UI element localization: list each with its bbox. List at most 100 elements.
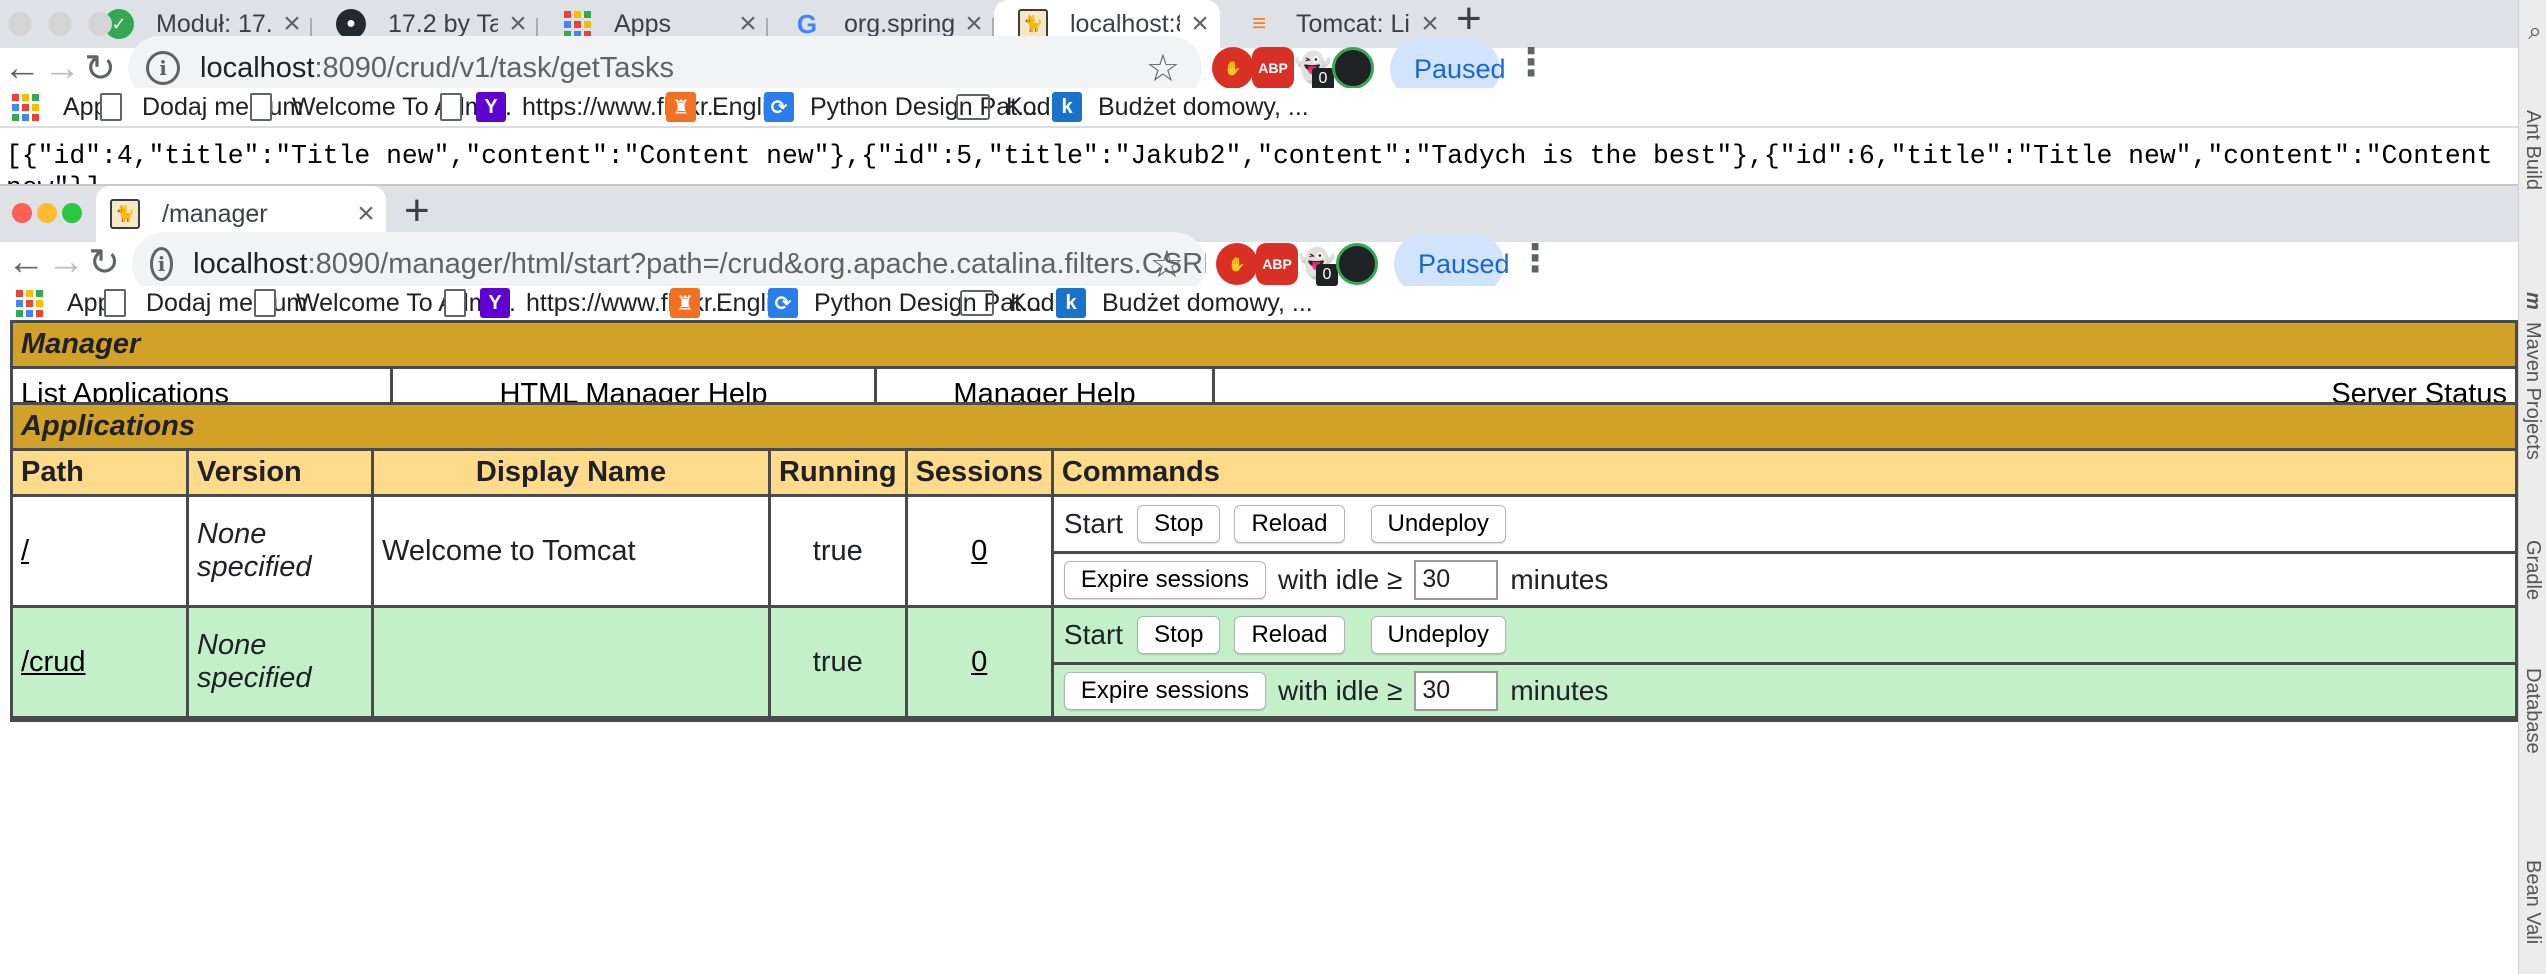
yahoo-icon: Y bbox=[480, 288, 510, 318]
maven-m-icon: m bbox=[2522, 292, 2544, 310]
apps-grid-icon bbox=[16, 289, 43, 317]
stop-hand-extension-icon[interactable]: ✋ bbox=[1212, 47, 1254, 89]
folder-icon bbox=[960, 290, 994, 316]
app-running: true bbox=[771, 608, 908, 719]
app-sessions-link[interactable]: 0 bbox=[971, 535, 987, 567]
minutes-label: minutes bbox=[1510, 674, 1609, 706]
close-window-button[interactable] bbox=[8, 12, 32, 36]
bookmark-label: Budżet domowy, ... bbox=[1098, 92, 1309, 121]
adblock-plus-extension-icon[interactable]: ABP bbox=[1252, 47, 1294, 89]
python-icon: ⟳ bbox=[768, 288, 798, 318]
app-sessions-cell: 0 bbox=[907, 497, 1054, 608]
bookmark-star-icon[interactable]: ☆ bbox=[1146, 46, 1180, 91]
minimize-window-button[interactable] bbox=[37, 203, 57, 223]
tab-title: 17.2 by TaQba · Pull R bbox=[388, 9, 498, 38]
traffic-lights bbox=[8, 12, 112, 36]
database-tab[interactable]: Database bbox=[2521, 668, 2544, 754]
table-row: / None specified Welcome to Tomcat true … bbox=[13, 497, 2515, 608]
info-icon[interactable]: i bbox=[146, 51, 180, 85]
profile-label: Paused bbox=[1418, 248, 1510, 279]
maven-projects-tab[interactable]: Maven Projects bbox=[2521, 322, 2544, 460]
tab-title: org.springframework bbox=[844, 9, 954, 38]
reload-button[interactable]: Reload bbox=[1234, 616, 1345, 654]
with-idle-label: with idle ≥ bbox=[1278, 674, 1403, 706]
reload-button[interactable]: ↻ bbox=[74, 232, 134, 292]
camera-extension-icon[interactable] bbox=[1332, 47, 1374, 89]
bookmark-budzet[interactable]: k Budżet domowy, ... bbox=[1056, 286, 1313, 320]
idle-minutes-input[interactable]: 30 bbox=[1414, 670, 1499, 711]
url-path: :8090/manager/html/start?path=/crud&org.… bbox=[307, 247, 1206, 280]
tab-title: /manager bbox=[162, 199, 268, 228]
idle-minutes-input[interactable]: 30 bbox=[1414, 559, 1499, 600]
bookmark-star-icon[interactable]: ☆ bbox=[1150, 242, 1184, 287]
zoom-window-button[interactable] bbox=[88, 12, 112, 36]
bookmark-budzet[interactable]: k Budżet domowy, ... bbox=[1052, 88, 1309, 126]
app-path-link[interactable]: / bbox=[21, 535, 29, 567]
table-row: /crud None specified true 0 Start Stop R… bbox=[13, 608, 2515, 719]
k-icon: k bbox=[1056, 288, 1086, 318]
search-icon[interactable]: ⌕ bbox=[2521, 20, 2546, 44]
undeploy-button[interactable]: Undeploy bbox=[1370, 505, 1506, 543]
info-icon[interactable]: i bbox=[150, 247, 174, 281]
expire-sessions-button[interactable]: Expire sessions bbox=[1063, 560, 1266, 599]
tab-title: Apps bbox=[614, 9, 671, 38]
folder-icon bbox=[956, 94, 990, 120]
tomcat-icon: 🐈 bbox=[1018, 9, 1048, 39]
tab-title: localhost:8090/crud/ bbox=[1070, 9, 1180, 38]
bookmark-label: Budżet domowy, ... bbox=[1102, 288, 1313, 317]
header-commands: Commands bbox=[1053, 451, 2515, 497]
window2-toolbar: ← → ↻ i localhost :8090/manager/html/sta… bbox=[0, 232, 2518, 296]
menu-kebab-icon[interactable]: ⋮ bbox=[1516, 236, 1554, 281]
table-header-row: Path Version Display Name Running Sessio… bbox=[13, 451, 2515, 497]
ant-build-tab[interactable]: Ant Build bbox=[2521, 110, 2544, 190]
document-icon bbox=[440, 93, 462, 121]
app-commands: Start Stop Reload Undeploy Expire sessio… bbox=[1053, 497, 2515, 608]
close-window-button[interactable] bbox=[12, 203, 32, 223]
app-path-cell: / bbox=[13, 497, 189, 608]
bean-validation-tab[interactable]: Bean Vali bbox=[2521, 860, 2544, 944]
header-display-name: Display Name bbox=[374, 451, 771, 497]
document-icon bbox=[444, 289, 466, 317]
with-idle-label: with idle ≥ bbox=[1278, 563, 1403, 595]
stop-button[interactable]: Stop bbox=[1137, 616, 1221, 654]
minutes-label: minutes bbox=[1510, 563, 1609, 595]
app-path-link[interactable]: /crud bbox=[21, 646, 85, 678]
app-commands: Start Stop Reload Undeploy Expire sessio… bbox=[1053, 608, 2515, 719]
tab-title: Moduł: 17. Przygotow bbox=[156, 9, 272, 38]
app-version: None specified bbox=[189, 608, 374, 719]
window1-bookmarks-bar: Apps Dodaj medium Welcome To Admi... Yht… bbox=[0, 88, 2518, 128]
start-label: Start bbox=[1063, 508, 1124, 539]
document-icon bbox=[254, 289, 276, 317]
app-display-name: Welcome to Tomcat bbox=[374, 497, 771, 608]
app-running: true bbox=[771, 497, 908, 608]
adblock-plus-extension-icon[interactable]: ABP bbox=[1256, 243, 1298, 285]
app-sessions-link[interactable]: 0 bbox=[971, 646, 987, 678]
url-path: :8090/crud/v1/task/getTasks bbox=[314, 51, 674, 84]
reload-button[interactable]: Reload bbox=[1234, 505, 1345, 543]
close-icon[interactable]: × bbox=[1410, 7, 1450, 41]
new-tab-button[interactable]: + bbox=[404, 186, 430, 236]
close-icon[interactable]: × bbox=[346, 197, 386, 231]
url-host: localhost bbox=[193, 247, 308, 280]
ghostery-count-badge: 0 bbox=[1312, 68, 1334, 90]
gradle-tab[interactable]: Gradle bbox=[2521, 540, 2544, 600]
english-icon: ♜ bbox=[670, 288, 700, 318]
github-icon: ● bbox=[336, 9, 366, 39]
close-icon[interactable]: × bbox=[1180, 7, 1220, 41]
minimize-window-button[interactable] bbox=[48, 12, 72, 36]
undeploy-button[interactable]: Undeploy bbox=[1370, 616, 1506, 654]
stop-hand-extension-icon[interactable]: ✋ bbox=[1216, 243, 1258, 285]
menu-kebab-icon[interactable]: ⋮ bbox=[1512, 40, 1550, 85]
yahoo-icon: Y bbox=[476, 92, 506, 122]
apps-grid-icon bbox=[12, 93, 39, 121]
header-sessions: Sessions bbox=[907, 451, 1054, 497]
ide-side-panel: ⌕ Ant Build m Maven Projects Gradle Data… bbox=[2518, 0, 2546, 974]
ghostery-count-badge: 0 bbox=[1316, 264, 1338, 286]
app-sessions-cell: 0 bbox=[907, 608, 1054, 719]
stop-button[interactable]: Stop bbox=[1137, 505, 1221, 543]
expire-sessions-button[interactable]: Expire sessions bbox=[1063, 671, 1266, 710]
zoom-window-button[interactable] bbox=[62, 203, 82, 223]
tomcat-icon: 🐈 bbox=[110, 199, 140, 229]
camera-extension-icon[interactable] bbox=[1336, 243, 1378, 285]
document-icon bbox=[250, 93, 272, 121]
